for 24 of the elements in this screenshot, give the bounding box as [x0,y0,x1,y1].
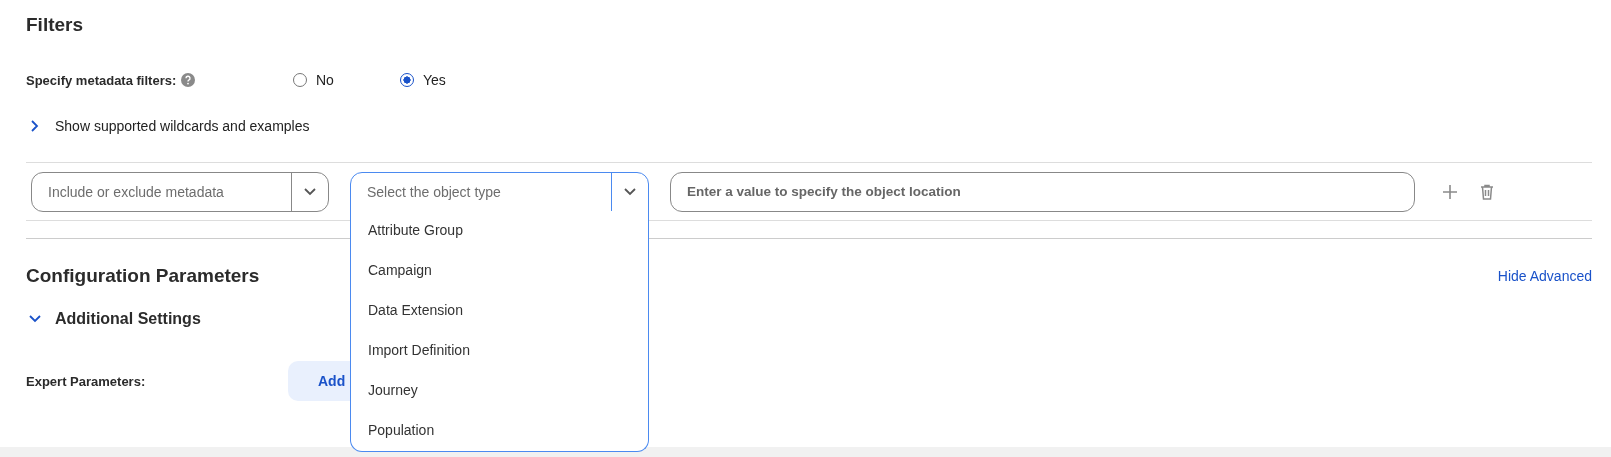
menu-item[interactable]: Population [351,416,648,457]
field-label: Specify metadata filters: [26,72,177,88]
radio-button[interactable] [399,73,414,87]
expand-link[interactable]: Additional Settings [55,310,201,328]
plus-icon [1442,183,1458,200]
section-title: Configuration Parameters [26,265,260,287]
radio-button[interactable] [293,73,307,87]
select-field[interactable]: Include or exclude metadata [31,171,329,212]
menu-item[interactable]: Campaign [351,256,648,297]
section-title: Filters [26,13,85,37]
placeholder-text: Select the object type [366,183,502,200]
placeholder-text: Include or exclude metadata [47,183,225,200]
help-icon [181,73,196,87]
expand-link[interactable]: Show supported wildcards and examples [55,118,310,134]
menu-item[interactable]: Data Extension [351,296,648,337]
hide-advanced-link[interactable]: Hide Advanced [1497,268,1592,284]
radio-label[interactable]: No [316,72,334,88]
input-field[interactable]: Enter a value to specify the object location [670,171,1415,212]
placeholder-text: Enter a value to specify the object location [686,184,962,199]
select-field[interactable]: Select the object type [350,171,649,212]
field-label: Expert Parameters: [26,373,147,389]
trash-icon [1480,183,1494,200]
menu-item[interactable]: Attribute Group [351,216,648,257]
radio-label[interactable]: Yes [422,72,446,88]
